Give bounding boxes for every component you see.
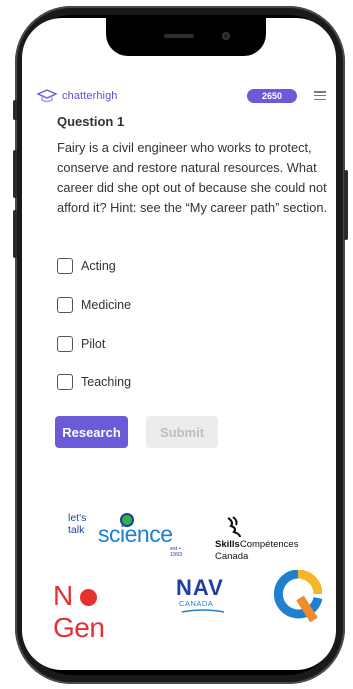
skills-canada-line2: Canada <box>215 551 249 562</box>
power-button <box>344 170 348 240</box>
question-text: Fairy is a civil engineer who works to p… <box>57 140 328 215</box>
mute-switch <box>13 100 17 120</box>
volume-up-button <box>13 150 17 198</box>
skills-canada-mark-icon <box>227 516 242 538</box>
option-label: Teaching <box>81 375 132 389</box>
option-teaching[interactable]: Teaching <box>57 374 131 390</box>
lts-logo-small-text: let's talk <box>68 512 87 536</box>
option-acting[interactable]: Acting <box>57 258 116 274</box>
nav-canada-swoosh-icon <box>181 609 225 613</box>
ngen-logo: NGen <box>53 580 105 643</box>
nav-canada-logo: NAV <box>176 575 224 600</box>
phone-notch <box>106 18 266 56</box>
checkbox[interactable] <box>57 297 73 313</box>
nav-canada-subtext: CANADA <box>179 599 214 608</box>
checkbox[interactable] <box>57 336 73 352</box>
points-badge: 2650 <box>247 89 297 103</box>
option-medicine[interactable]: Medicine <box>57 297 131 313</box>
option-pilot[interactable]: Pilot <box>57 336 105 352</box>
option-label: Pilot <box>81 337 106 351</box>
option-label: Medicine <box>81 298 132 312</box>
ngen-gear-icon <box>80 589 97 606</box>
question-title: Question 1 <box>57 114 125 129</box>
submit-button[interactable]: Submit <box>146 416 218 448</box>
speaker-grille <box>164 34 194 38</box>
checkbox[interactable] <box>57 258 73 274</box>
brand-name: chatterhigh <box>62 90 118 102</box>
hamburger-menu-icon[interactable] <box>314 91 326 101</box>
checkbox[interactable] <box>57 374 73 390</box>
quantum-q-logo-icon <box>274 570 322 623</box>
research-button[interactable]: Research <box>55 416 128 448</box>
volume-down-button <box>13 210 17 258</box>
camera-icon <box>222 32 230 40</box>
app-header: chatterhigh 2650 <box>36 86 330 106</box>
option-label: Acting <box>81 259 116 273</box>
lts-logo-est-text: est • 1993 <box>170 546 183 558</box>
skills-canada-text: SkillsCompétences <box>215 539 299 550</box>
lts-logo-big-text: science <box>98 521 173 547</box>
brand-logo[interactable]: chatterhigh <box>36 89 118 103</box>
graduation-cap-icon <box>36 89 58 103</box>
